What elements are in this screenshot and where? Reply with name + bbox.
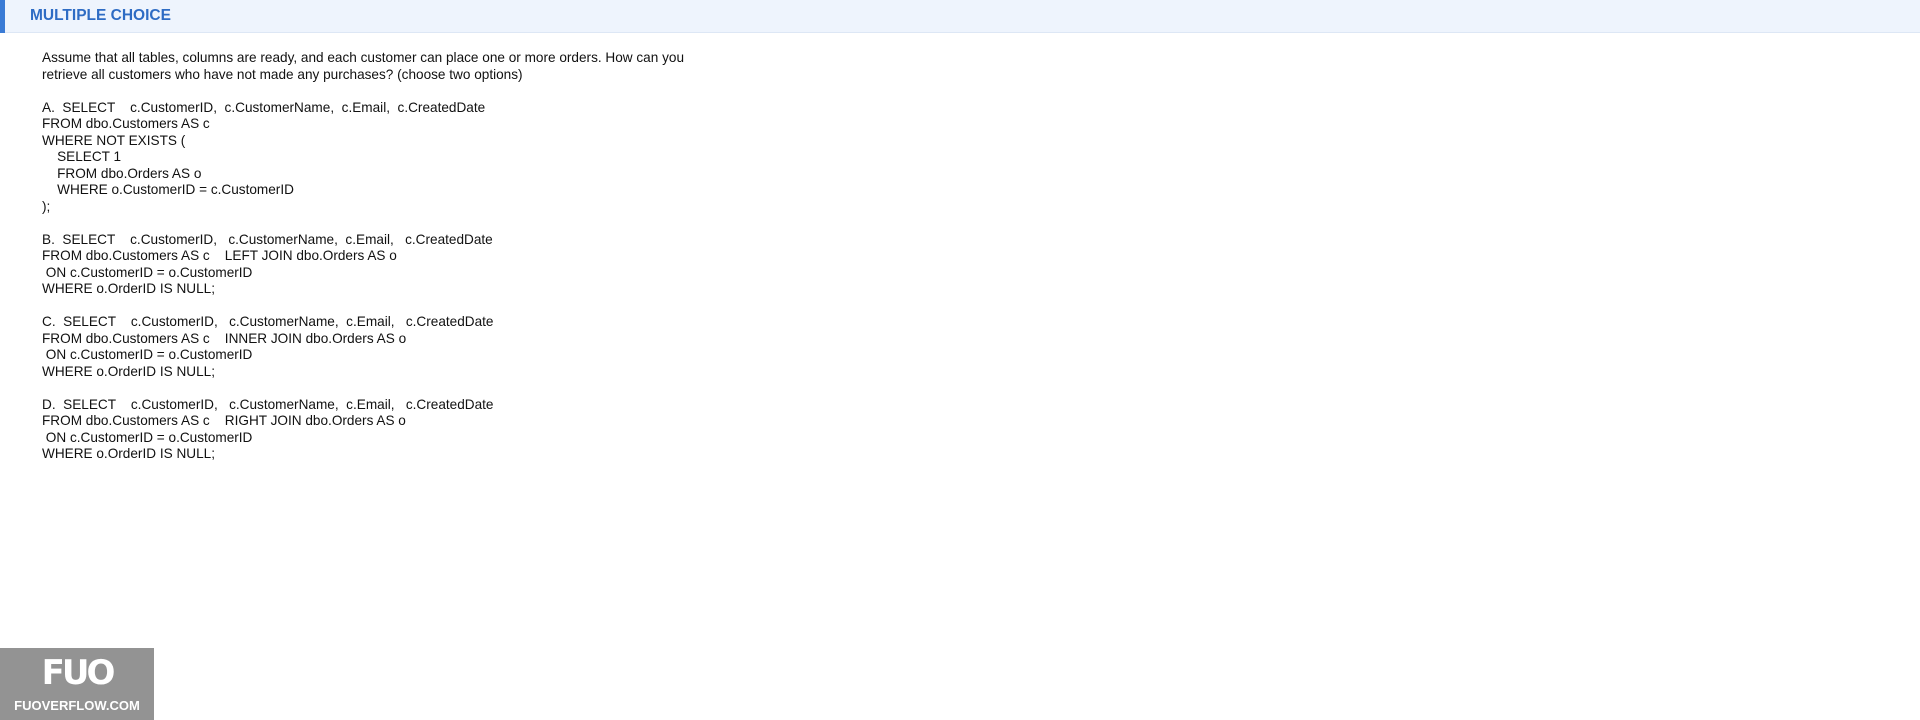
- watermark-text: FUOVERFLOW.COM: [14, 698, 140, 713]
- section-header: MULTIPLE CHOICE: [0, 0, 1920, 33]
- option-d-line: ON c.CustomerID = o.CustomerID: [42, 429, 253, 445]
- option-b-line: ON c.CustomerID = o.CustomerID: [42, 264, 253, 280]
- option-b-line: WHERE o.OrderID IS NULL;: [42, 281, 215, 296]
- option-d-line: FROM dbo.Customers AS c RIGHT JOIN dbo.O…: [42, 413, 406, 428]
- option-c-line: FROM dbo.Customers AS c INNER JOIN dbo.O…: [42, 330, 407, 346]
- question-line: retrieve all customers who have not made…: [42, 66, 523, 82]
- option-a-line: );: [42, 198, 51, 214]
- option-a-line: SELECT 1: [42, 149, 122, 164]
- option-d-line: WHERE o.OrderID IS NULL;: [42, 446, 215, 461]
- header-accent-bar: [0, 0, 5, 33]
- option-a: A. SELECT c.CustomerID, c.CustomerName, …: [42, 100, 802, 216]
- watermark-logo: FUO: [41, 653, 116, 693]
- watermark: FUO FUOVERFLOW.COM: [0, 648, 154, 720]
- question-line: Assume that all tables, columns are read…: [42, 50, 684, 65]
- option-c-line: ON c.CustomerID = o.CustomerID: [42, 347, 253, 362]
- option-d: D. SELECT c.CustomerID, c.CustomerName, …: [42, 397, 802, 463]
- option-a-line: WHERE NOT EXISTS (: [42, 132, 186, 148]
- option-b-line: FROM dbo.Customers AS c LEFT JOIN dbo.Or…: [42, 248, 397, 263]
- question-content: Assume that all tables, columns are read…: [42, 50, 802, 479]
- option-a-line: A. SELECT c.CustomerID, c.CustomerName, …: [42, 99, 486, 115]
- option-b: B. SELECT c.CustomerID, c.CustomerName, …: [42, 232, 802, 298]
- option-c-line: C. SELECT c.CustomerID, c.CustomerName, …: [42, 314, 494, 329]
- option-c: C. SELECT c.CustomerID, c.CustomerName, …: [42, 314, 802, 380]
- option-a-line: FROM dbo.Orders AS o: [42, 165, 202, 181]
- option-b-line: B. SELECT c.CustomerID, c.CustomerName, …: [42, 231, 493, 247]
- question-text: Assume that all tables, columns are read…: [42, 50, 802, 83]
- option-d-line: D. SELECT c.CustomerID, c.CustomerName, …: [42, 396, 494, 412]
- option-c-line: WHERE o.OrderID IS NULL;: [42, 363, 215, 379]
- option-a-line: WHERE o.CustomerID = c.CustomerID: [42, 182, 294, 197]
- section-title: MULTIPLE CHOICE: [30, 7, 171, 24]
- option-a-line: FROM dbo.Customers AS c: [42, 116, 210, 131]
